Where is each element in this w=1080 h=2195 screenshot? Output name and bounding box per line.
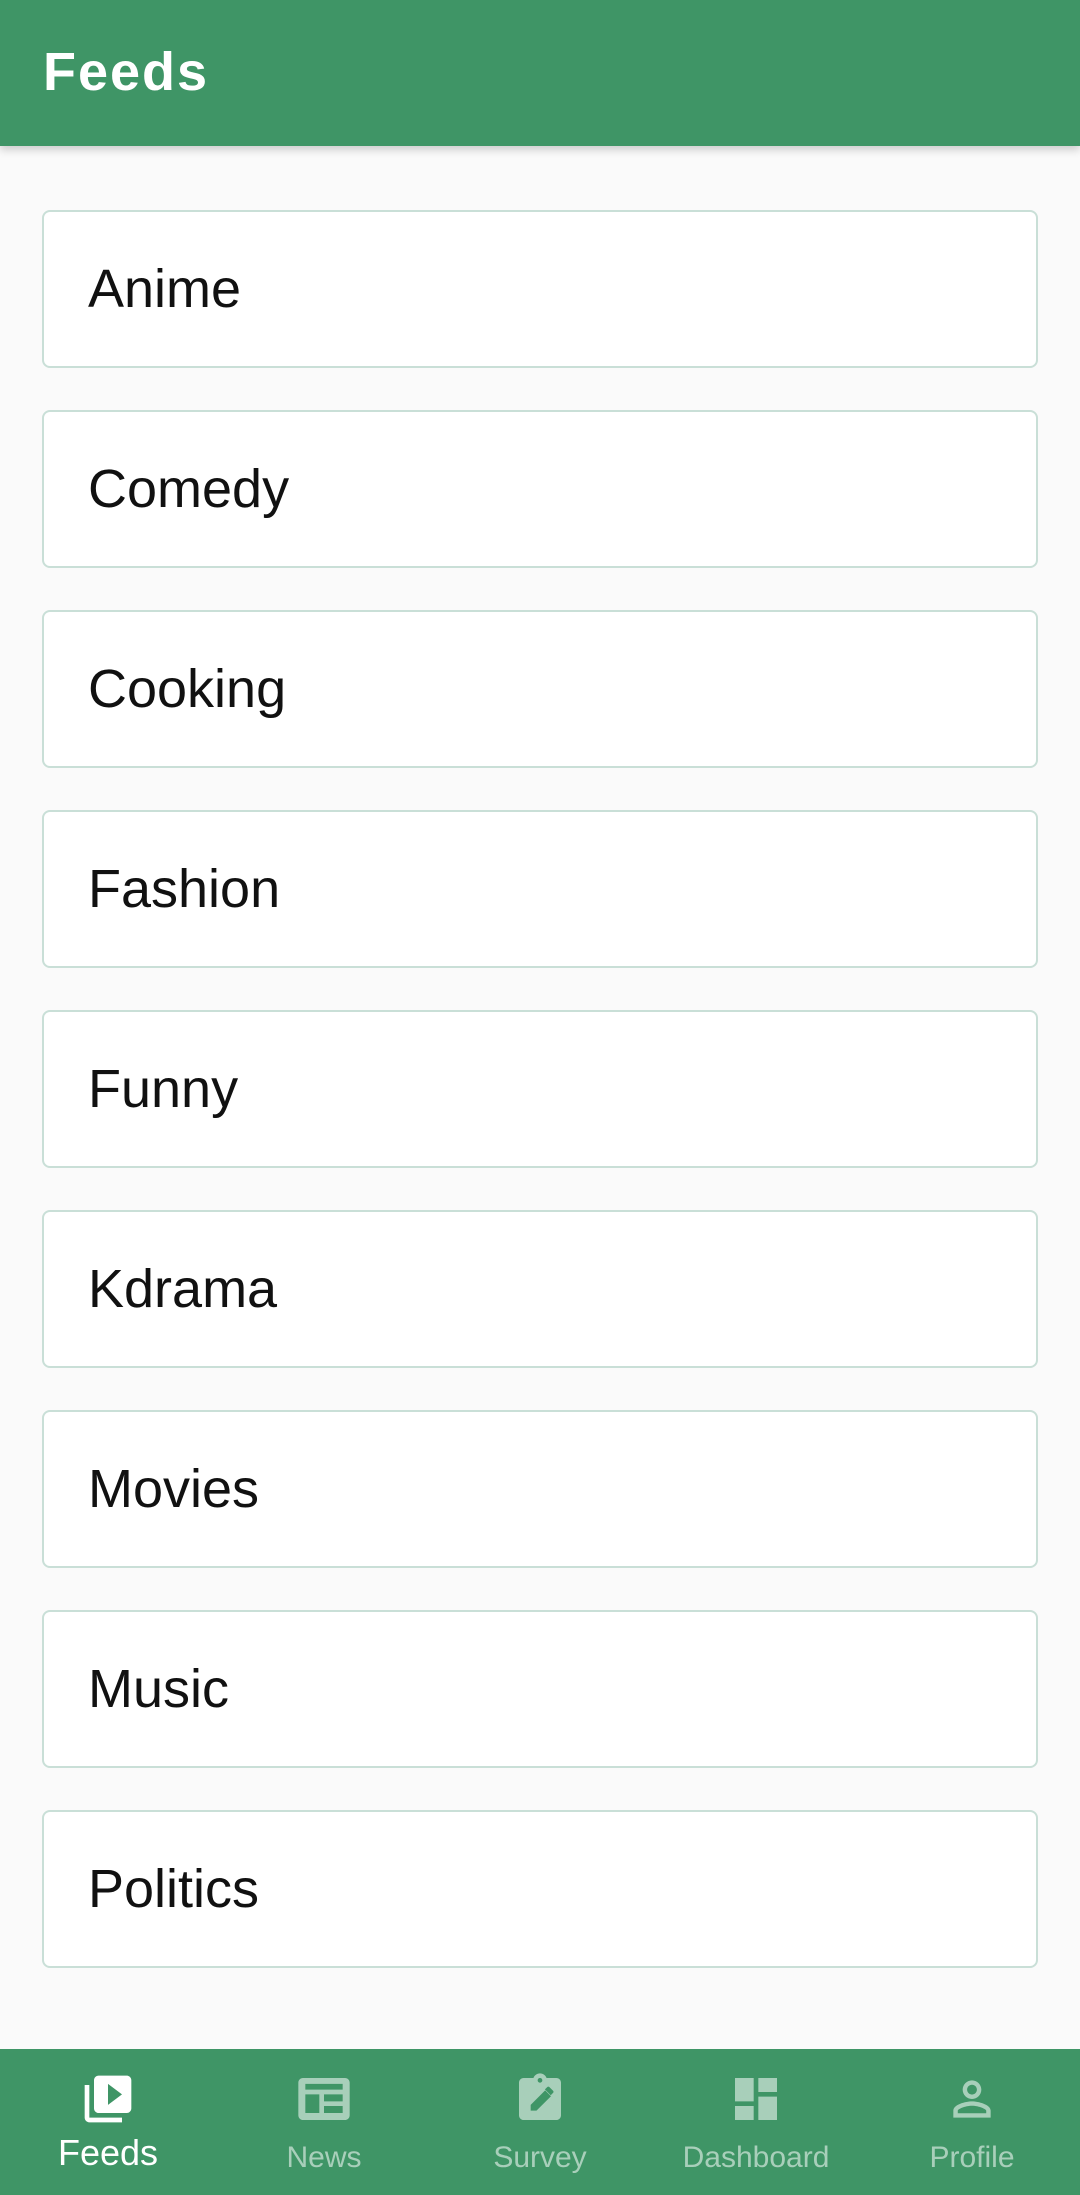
feed-item-label: Fashion [88,859,281,919]
survey-clipboard-icon [512,2071,568,2127]
video-library-icon [80,2071,136,2127]
nav-label: Survey [493,2141,587,2174]
feed-item-funny[interactable]: Funny [42,1010,1038,1168]
feed-item-fashion[interactable]: Fashion [42,810,1038,968]
feed-list: Anime Comedy Cooking Fashion Funny Kdram… [42,210,1038,2010]
page-title: Feeds [43,42,210,102]
nav-label: Profile [929,2141,1015,2174]
nav-label: News [286,2141,362,2174]
feed-item-movies[interactable]: Movies [42,1410,1038,1568]
feed-item-label: Kdrama [88,1259,278,1319]
nav-tab-dashboard[interactable]: Dashboard [648,2049,864,2195]
feed-item-cooking[interactable]: Cooking [42,610,1038,768]
feed-item-label: Funny [88,1059,239,1119]
feed-item-label: Politics [88,1859,260,1919]
nav-tab-profile[interactable]: Profile [864,2049,1080,2195]
feed-item-kdrama[interactable]: Kdrama [42,1210,1038,1368]
dashboard-icon [728,2071,784,2127]
app-root: Feeds Anime Comedy Cooking Fashion Funny… [0,0,1080,2195]
feed-item-label: Comedy [88,459,290,519]
person-icon [944,2071,1000,2127]
nav-label: Feeds [57,2132,159,2173]
feed-item-label: Music [88,1659,230,1719]
bottom-navigation: Feeds News Survey Dashboard Profile [0,2049,1080,2195]
feed-item-politics[interactable]: Politics [42,1810,1038,1968]
feed-item-anime[interactable]: Anime [42,210,1038,368]
feed-item-label: Movies [88,1459,260,1519]
feed-item-label: Cooking [88,659,287,719]
nav-tab-feeds[interactable]: Feeds [0,2049,216,2195]
nav-label: Dashboard [682,2141,830,2174]
feed-item-label: Anime [88,259,242,319]
feed-item-comedy[interactable]: Comedy [42,410,1038,568]
app-bar: Feeds [0,0,1080,146]
nav-tab-news[interactable]: News [216,2049,432,2195]
newspaper-icon [296,2071,352,2127]
nav-tab-survey[interactable]: Survey [432,2049,648,2195]
feed-item-music[interactable]: Music [42,1610,1038,1768]
